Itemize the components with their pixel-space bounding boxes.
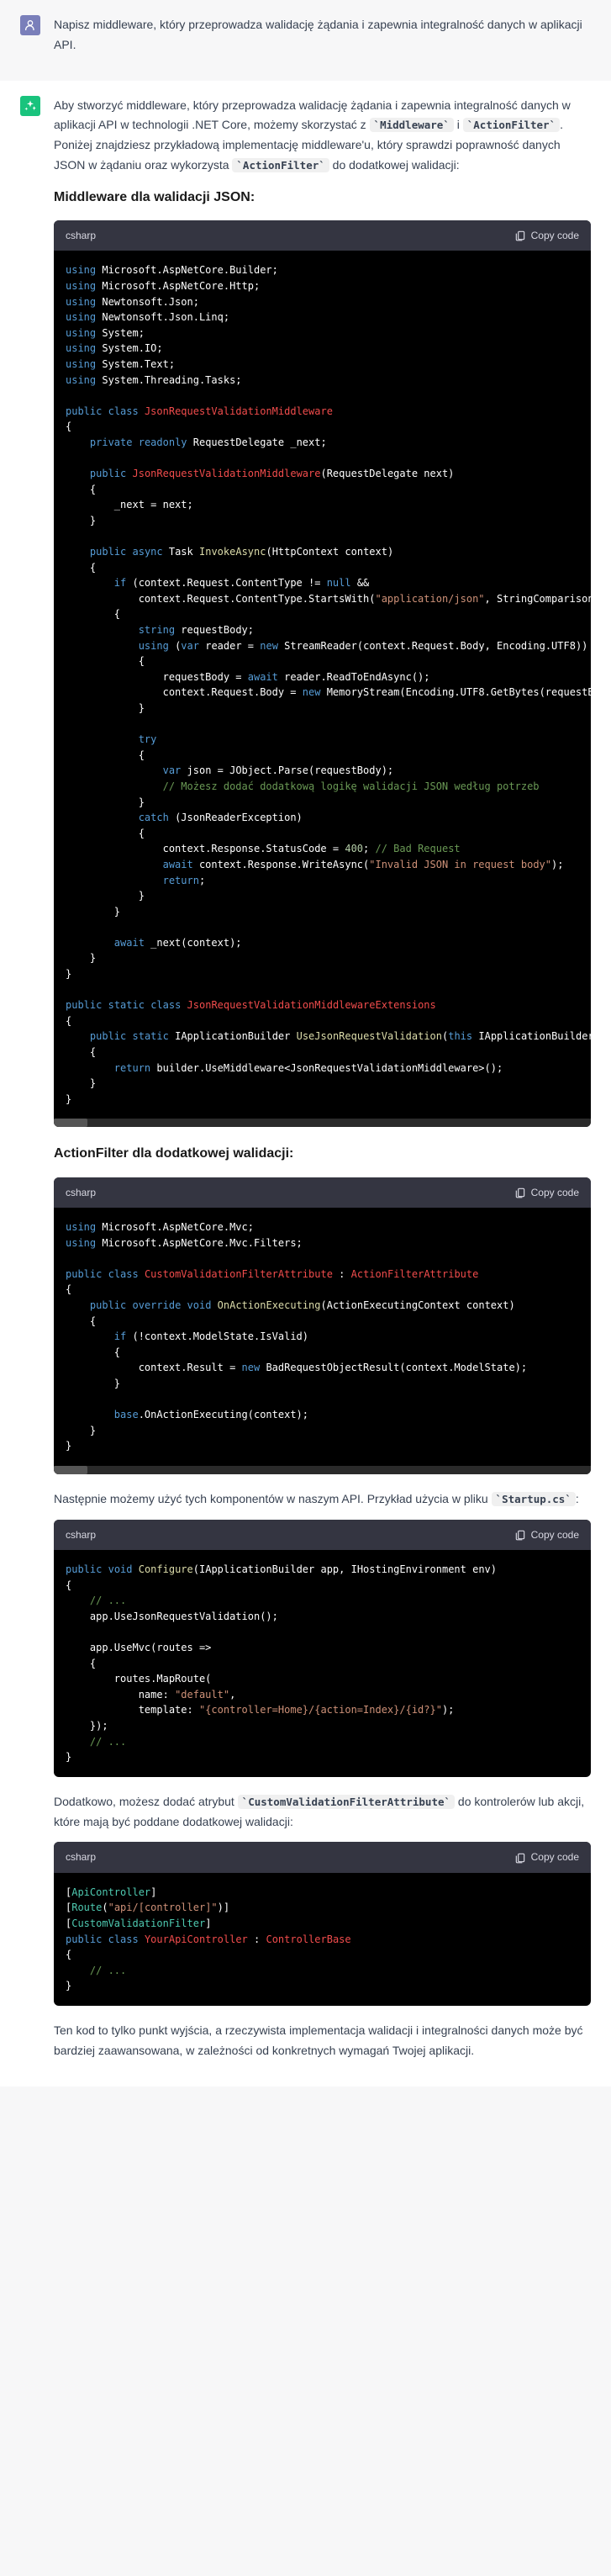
clipboard-icon [514,230,526,241]
code-block-actionfilter: csharp Copy code using Microsoft.AspNetC… [54,1177,591,1474]
code-lang-label: csharp [66,1526,96,1543]
outro-paragraph: Ten kod to tylko punkt wyjścia, a rzeczy… [54,2021,591,2061]
code-header: csharp Copy code [54,220,591,251]
code-lang-label: csharp [66,1184,96,1201]
heading-actionfilter: ActionFilter dla dodatkowej walidacji: [54,1142,591,1165]
horizontal-scrollbar[interactable] [54,1466,591,1474]
assistant-content: Aby stworzyć middleware, który przeprowa… [54,96,591,2071]
copy-code-button[interactable]: Copy code [514,1526,579,1543]
code-lang-label: csharp [66,1849,96,1865]
clipboard-icon [514,1852,526,1864]
copy-code-button[interactable]: Copy code [514,227,579,244]
assistant-message: Aby stworzyć middleware, który przeprowa… [0,81,611,2087]
user-message: Napisz middleware, który przeprowadza wa… [0,0,611,81]
inline-code: `Startup.cs` [492,1492,576,1506]
inline-code: `CustomValidationFilterAttribute` [238,1795,455,1809]
paragraph-controller: Dodatkowo, możesz dodać atrybut `CustomV… [54,1792,591,1833]
copy-code-button[interactable]: Copy code [514,1849,579,1865]
heading-middleware: Middleware dla walidacji JSON: [54,186,591,209]
assistant-avatar [20,96,40,116]
inline-code: `ActionFilter` [463,118,560,132]
scrollbar-thumb[interactable] [54,1466,87,1474]
paragraph-startup: Następnie możemy użyć tych komponentów w… [54,1489,591,1510]
inline-code: `ActionFilter` [232,158,329,172]
sparkle-icon [24,99,37,113]
inline-code: `Middleware` [370,118,454,132]
code-content[interactable]: using Microsoft.AspNetCore.Builder; usin… [54,251,591,1119]
code-content[interactable]: [ApiController] [Route("api/[controller]… [54,1873,591,2006]
code-block-middleware: csharp Copy code using Microsoft.AspNetC… [54,220,591,1127]
code-header: csharp Copy code [54,1520,591,1550]
person-icon [24,19,37,32]
code-lang-label: csharp [66,227,96,244]
intro-paragraph: Aby stworzyć middleware, który przeprowa… [54,96,591,176]
copy-code-button[interactable]: Copy code [514,1184,579,1201]
user-avatar [20,15,40,35]
clipboard-icon [514,1187,526,1198]
code-content[interactable]: public void Configure(IApplicationBuilde… [54,1550,591,1777]
user-content: Napisz middleware, który przeprowadza wa… [54,15,591,66]
code-block-controller: csharp Copy code [ApiController] [Route(… [54,1842,591,2006]
horizontal-scrollbar[interactable] [54,1119,591,1127]
user-prompt-text: Napisz middleware, który przeprowadza wa… [54,15,591,56]
clipboard-icon [514,1529,526,1541]
code-header: csharp Copy code [54,1177,591,1208]
code-content[interactable]: using Microsoft.AspNetCore.Mvc; using Mi… [54,1208,591,1466]
scrollbar-thumb[interactable] [54,1119,87,1127]
code-block-startup: csharp Copy code public void Configure(I… [54,1520,591,1777]
code-header: csharp Copy code [54,1842,591,1872]
